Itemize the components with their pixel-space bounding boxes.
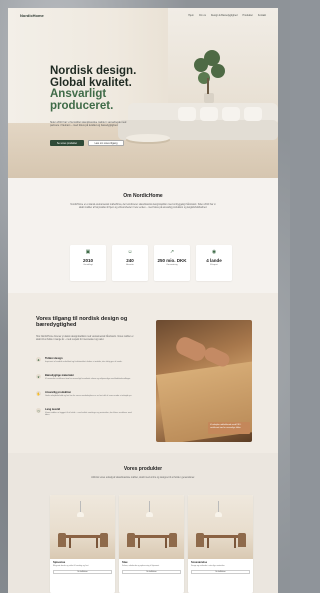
stats-row: ▣ 2010 Grundlagt ☺ 240 Ansatte ↗ 250 mio…: [70, 245, 232, 281]
approach-title: Vores tilgang til nordisk design og bære…: [36, 316, 128, 329]
nav-item-about[interactable]: Om os: [199, 14, 206, 17]
product-card[interactable]: Stue Sofaer, sofaborde og opbevaring til…: [119, 495, 184, 593]
feature-item: ♣ Tidløst design Inspireret af nordisk e…: [36, 357, 123, 363]
nav-item-home[interactable]: Hjem: [188, 14, 194, 17]
product-card[interactable]: Spisestue Elegante borde og stole til hv…: [50, 495, 115, 593]
feature-item: ◷ Lang levetid Vores møbler er bygget ti…: [36, 408, 132, 417]
read-approach-button[interactable]: Læs om vores tilgang: [88, 140, 124, 146]
stat-card: ↗ 250 mio. DKK Omsætning: [154, 245, 190, 281]
logo[interactable]: NordicHome: [20, 13, 44, 18]
coffee-table-image: [126, 134, 170, 142]
see-collection-button[interactable]: Se kollektion: [191, 570, 250, 574]
plant-image: [204, 93, 214, 103]
stat-card: ▣ 2010 Grundlagt: [70, 245, 106, 281]
about-title: Om NordicHome: [123, 193, 163, 199]
about-text: NordicHome er et dansk-vietnamesisk møbe…: [70, 204, 216, 210]
clock-icon: ◷: [36, 408, 41, 413]
product-desc: Sofaer, sofaborde og opbevaring til hjem…: [122, 565, 160, 567]
hero-section: Nordisk design. Global kvalitet. Ansvarl…: [8, 8, 278, 178]
tree-icon: ♣: [36, 357, 41, 362]
hero-text: Siden 2010 har vi fremstillet skandinavi…: [50, 121, 127, 128]
see-collection-button[interactable]: Se kollektion: [122, 570, 181, 574]
chart-icon: ↗: [169, 249, 175, 255]
nav-item-products[interactable]: Produkter: [243, 14, 253, 17]
bedroom-image: [188, 495, 253, 559]
main-nav: Hjem Om os Design & Bæredygtighed Produk…: [188, 14, 266, 17]
hand-icon: ✋: [36, 391, 41, 396]
nav-item-design[interactable]: Design & Bæredygtighed: [211, 14, 238, 17]
product-desc: Senge og natborde i naturlige materialer: [191, 565, 225, 567]
leaf-icon: ❦: [36, 374, 41, 379]
feature-item: ❦ Bæredygtige materialer Vi anvender cer…: [36, 374, 131, 380]
product-desc: Elegante borde og stole til hverdag og f…: [53, 565, 89, 567]
site-header: NordicHome Hjem Om os Design & Bæredygti…: [8, 8, 278, 22]
fsc-badge: Vi arbejder udelukkende med FSC-certific…: [208, 422, 250, 434]
people-icon: ☺: [127, 249, 133, 255]
page-canvas: Nordisk design. Global kvalitet. Ansvarl…: [8, 8, 278, 593]
hero-title: Nordisk design. Global kvalitet. Ansvarl…: [50, 65, 137, 112]
building-icon: ▣: [85, 249, 91, 255]
globe-icon: ◉: [211, 249, 217, 255]
products-subtitle: Udforsk vores udvalg af skandinaviske mø…: [91, 477, 195, 479]
see-collection-button[interactable]: Se kollektion: [53, 570, 112, 574]
see-products-button[interactable]: Se vores produkter: [50, 140, 84, 146]
living-room-image: [119, 495, 184, 559]
stat-card: ☺ 240 Ansatte: [112, 245, 148, 281]
dining-room-image: [50, 495, 115, 559]
product-card[interactable]: Soveværelse Senge og natborde i naturlig…: [188, 495, 253, 593]
stat-card: ◉ 4 lande Eksport: [196, 245, 232, 281]
approach-text: Hos NordicHome forener vi dansk designtr…: [36, 336, 134, 342]
products-title: Vores produkter: [123, 466, 163, 472]
feature-item: ✋ Ansvarlig produktion Gode arbejdsforho…: [36, 391, 132, 397]
nav-item-contact[interactable]: Kontakt: [258, 14, 266, 17]
